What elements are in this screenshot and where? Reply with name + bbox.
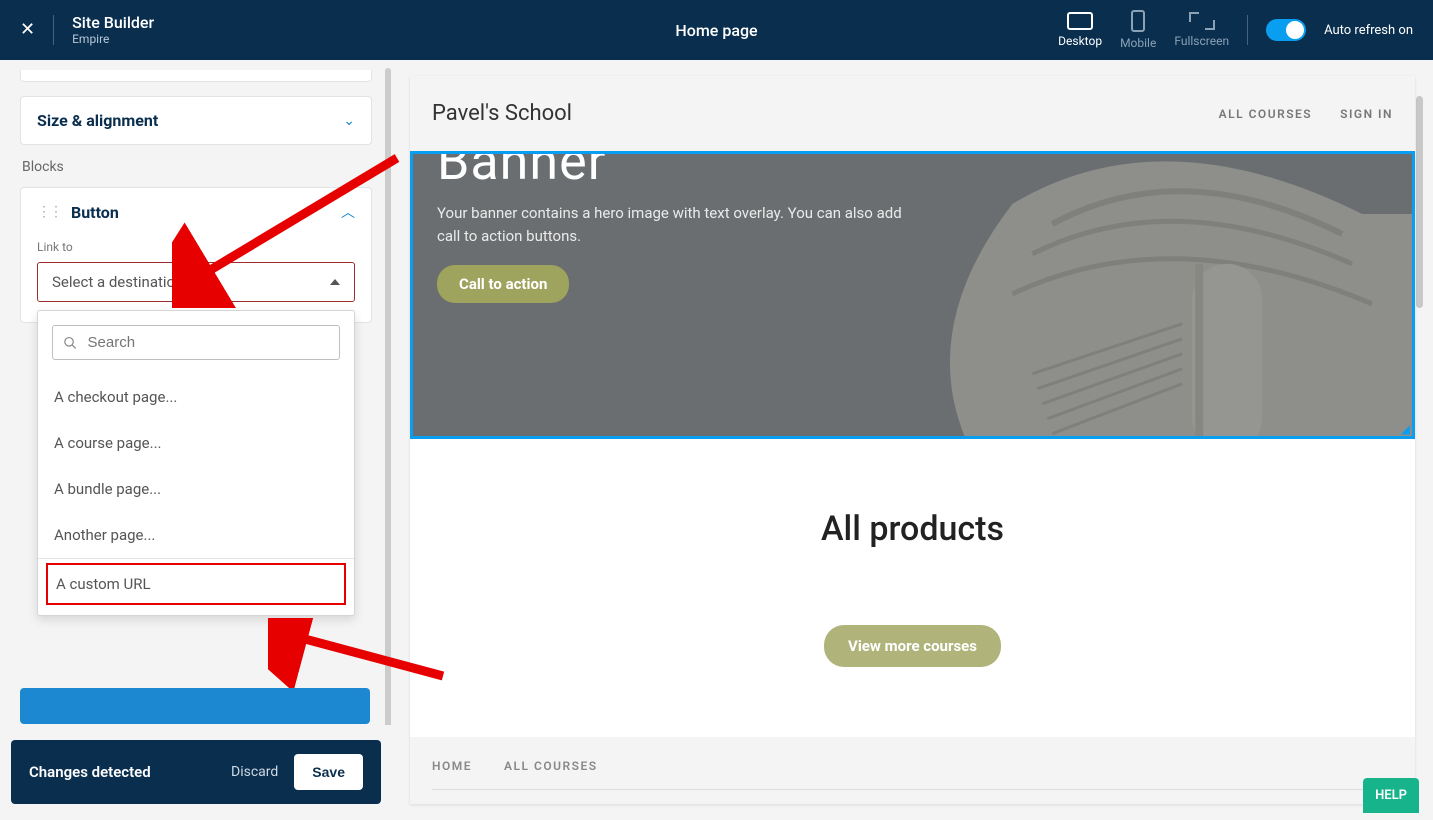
link-to-label: Link to <box>37 240 355 254</box>
search-input[interactable] <box>88 334 329 351</box>
products-title: All products <box>430 509 1395 549</box>
theme-name: Empire <box>72 32 154 46</box>
device-mobile-label: Mobile <box>1120 36 1156 50</box>
hero-cta-button[interactable]: Call to action <box>437 265 569 303</box>
app-title: Site Builder <box>72 13 154 32</box>
device-mobile-button[interactable]: Mobile <box>1120 10 1156 50</box>
size-alignment-title: Size & alignment <box>37 111 158 130</box>
page-title[interactable]: Home page <box>675 21 757 40</box>
site-name[interactable]: Pavel's School <box>432 101 1219 126</box>
nav-all-courses[interactable]: ALL COURSES <box>1219 107 1313 121</box>
device-desktop-button[interactable]: Desktop <box>1058 12 1102 48</box>
button-block-title: Button <box>71 203 331 222</box>
dropdown-option[interactable]: Another page... <box>38 512 354 558</box>
preview-pane: Pavel's School ALL COURSES SIGN IN <box>392 60 1433 820</box>
title-group: Site Builder Empire <box>72 13 154 47</box>
auto-refresh-label: Auto refresh on <box>1324 23 1413 38</box>
caret-up-icon <box>330 279 340 285</box>
divider <box>1247 15 1248 45</box>
size-alignment-panel[interactable]: Size & alignment ⌄ <box>20 96 372 145</box>
blocks-label: Blocks <box>22 159 372 175</box>
resize-handle-icon[interactable]: ◢ <box>1401 422 1410 436</box>
previous-panel-cutoff <box>20 70 372 82</box>
device-fullscreen-label: Fullscreen <box>1174 34 1229 48</box>
discard-button[interactable]: Discard <box>231 764 278 780</box>
add-block-button[interactable] <box>20 688 370 724</box>
site-preview: Pavel's School ALL COURSES SIGN IN <box>410 76 1415 804</box>
dropdown-option[interactable]: A checkout page... <box>38 374 354 420</box>
products-section[interactable]: All products View more courses <box>410 439 1415 727</box>
hero-banner[interactable]: Banner Your banner contains a hero image… <box>410 151 1415 439</box>
device-fullscreen-button[interactable]: Fullscreen <box>1174 12 1229 48</box>
divider <box>53 15 54 45</box>
close-icon[interactable]: ✕ <box>20 19 35 40</box>
fullscreen-icon <box>1189 12 1215 30</box>
dropdown-option-custom-url[interactable]: A custom URL <box>46 563 346 605</box>
auto-refresh-toggle[interactable] <box>1266 19 1306 41</box>
search-input-wrap[interactable] <box>52 325 340 360</box>
desktop-icon <box>1067 12 1093 30</box>
select-placeholder: Select a destination <box>52 273 183 291</box>
destination-dropdown: A checkout page... A course page... A bu… <box>37 310 355 616</box>
footer-link-home[interactable]: HOME <box>432 759 472 773</box>
dropdown-option[interactable]: A course page... <box>38 420 354 466</box>
link-destination-select[interactable]: Select a destination <box>37 262 355 302</box>
chevron-down-icon: ⌄ <box>343 113 355 129</box>
view-more-button[interactable]: View more courses <box>824 625 1001 667</box>
scrollbar[interactable] <box>385 68 391 748</box>
mobile-icon <box>1131 10 1145 32</box>
scrollbar[interactable] <box>1416 96 1423 308</box>
editor-sidebar: Size & alignment ⌄ Blocks ⋮⋮ Button ︿ Li… <box>0 60 392 820</box>
device-desktop-label: Desktop <box>1058 34 1102 48</box>
help-button[interactable]: HELP <box>1363 778 1419 813</box>
dropdown-option[interactable]: A bundle page... <box>38 466 354 512</box>
footer-link-all-courses[interactable]: ALL COURSES <box>504 759 598 773</box>
button-block-panel: ⋮⋮ Button ︿ Link to Select a destination <box>20 187 372 323</box>
site-footer: HOME ALL COURSES <box>410 737 1415 804</box>
changes-bar: Changes detected Discard Save <box>11 740 381 804</box>
hero-description: Your banner contains a hero image with t… <box>437 202 909 247</box>
chevron-up-icon[interactable]: ︿ <box>341 202 355 222</box>
search-icon <box>63 335 78 351</box>
save-button[interactable]: Save <box>294 754 363 790</box>
site-header: Pavel's School ALL COURSES SIGN IN <box>410 76 1415 151</box>
hero-title: Banner <box>437 151 909 188</box>
drag-handle-icon[interactable]: ⋮⋮ <box>37 204 61 220</box>
top-bar: ✕ Site Builder Empire Home page Desktop … <box>0 0 1433 60</box>
nav-sign-in[interactable]: SIGN IN <box>1340 107 1393 121</box>
changes-text: Changes detected <box>29 763 231 781</box>
